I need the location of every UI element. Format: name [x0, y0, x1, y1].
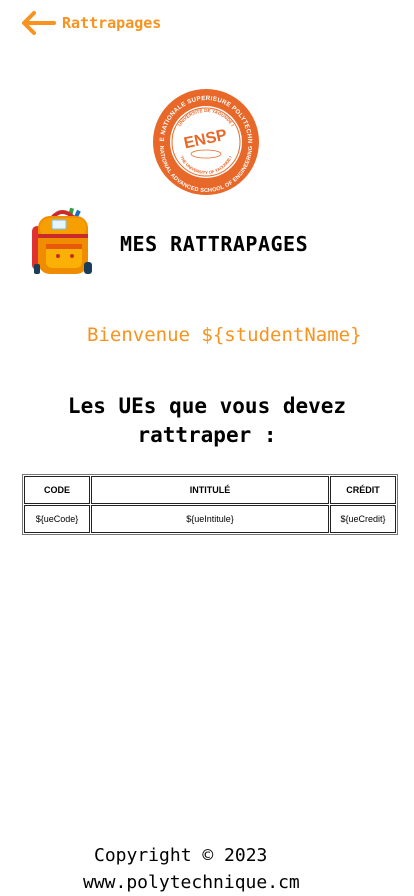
school-logo: ECOLE NATIONALE SUPERIEURE POLYTECHNIQUE… [147, 83, 262, 196]
backpack-icon [28, 204, 98, 280]
back-link-label: Rattrapages [62, 14, 162, 32]
column-header-credit: CRÉDIT [330, 476, 396, 504]
welcome-message: Bienvenue ${studentName} [87, 324, 362, 346]
table-header-row: CODE INTITULÉ CRÉDIT [24, 476, 396, 504]
cell-credit: ${ueCredit} [330, 505, 396, 533]
cell-code: ${ueCode} [24, 505, 90, 533]
arrow-left-icon [20, 10, 56, 36]
ue-table: CODE INTITULÉ CRÉDIT ${ueCode} ${ueIntit… [22, 474, 398, 535]
footer: Copyright © 2023 www.polytechnique.cm [0, 842, 414, 896]
cell-intitule: ${ueIntitule} [91, 505, 329, 533]
page-header: MES RATTRAPAGES [28, 204, 408, 280]
table-row: ${ueCode} ${ueIntitule} ${ueCredit} [24, 505, 396, 533]
footer-copyright: Copyright © 2023 [94, 845, 268, 866]
back-link[interactable]: Rattrapages [20, 10, 161, 36]
section-title: Les UEs que vous devez rattraper : [67, 394, 347, 447]
column-header-code: CODE [24, 476, 90, 504]
column-header-intitule: INTITULÉ [91, 476, 329, 504]
page-title: MES RATTRAPAGES [120, 232, 309, 256]
footer-website-link[interactable]: www.polytechnique.cm [0, 869, 414, 896]
